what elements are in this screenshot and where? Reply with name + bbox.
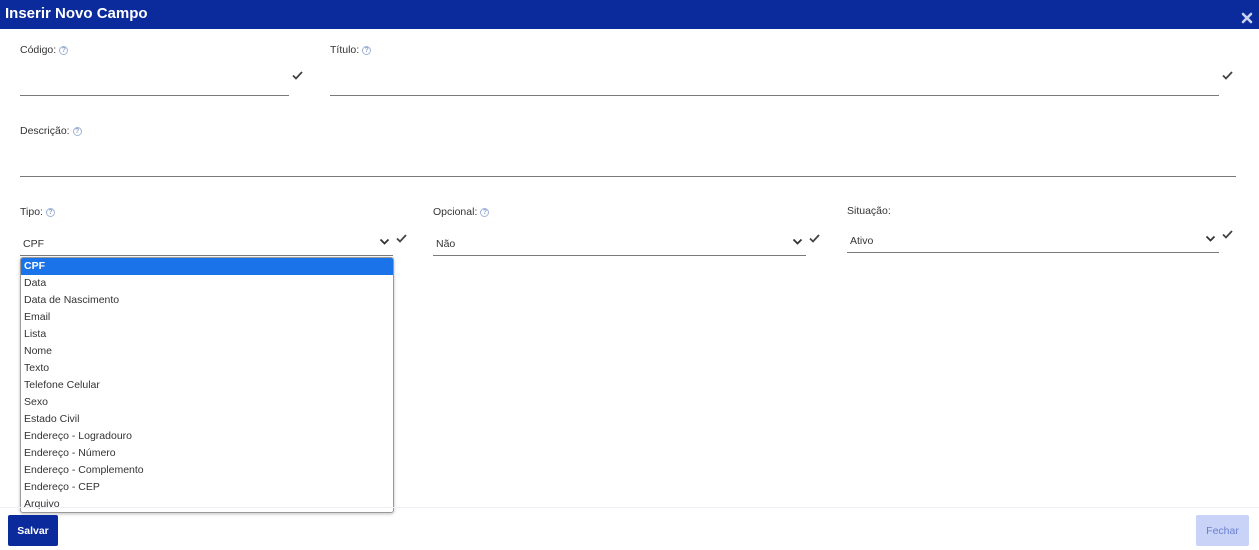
tipo-option[interactable]: Texto xyxy=(21,360,393,377)
tipo-option[interactable]: Estado Civil xyxy=(21,411,393,428)
close-icon[interactable] xyxy=(1241,12,1253,24)
opcional-label: Opcional: ? xyxy=(433,206,490,218)
tipo-option[interactable]: Email xyxy=(21,309,393,326)
help-icon[interactable]: ? xyxy=(59,45,69,55)
codigo-input[interactable] xyxy=(20,70,289,96)
tipo-option[interactable]: Endereço - Logradouro xyxy=(21,428,393,445)
close-button[interactable]: Fechar xyxy=(1196,515,1249,546)
tipo-option[interactable]: Arquivo xyxy=(21,496,393,512)
help-icon[interactable]: ? xyxy=(480,207,490,217)
check-icon xyxy=(292,71,303,80)
situacao-label: Situação: xyxy=(847,205,891,217)
help-icon[interactable]: ? xyxy=(362,45,372,55)
chevron-down-icon xyxy=(379,238,390,245)
codigo-label: Código: ? xyxy=(20,44,69,56)
save-button[interactable]: Salvar xyxy=(8,515,58,546)
help-icon[interactable]: ? xyxy=(45,207,55,217)
situacao-selected-value: Ativo xyxy=(850,235,874,247)
descricao-input[interactable] xyxy=(20,151,1236,177)
check-icon xyxy=(809,234,820,243)
tipo-options-list: CPF Data Data de Nascimento Email Lista … xyxy=(20,257,394,513)
tipo-select[interactable]: CPF xyxy=(20,230,393,256)
tipo-option[interactable]: Data xyxy=(21,275,393,292)
tipo-option[interactable]: Data de Nascimento xyxy=(21,292,393,309)
opcional-select[interactable]: Não xyxy=(433,230,806,256)
descricao-label: Descrição: ? xyxy=(20,125,82,137)
tipo-option[interactable]: Lista xyxy=(21,326,393,343)
dialog-title: Inserir Novo Campo xyxy=(5,5,148,22)
titulo-label: Título: ? xyxy=(330,44,372,56)
chevron-down-icon xyxy=(792,238,803,245)
tipo-option[interactable]: CPF xyxy=(21,258,393,275)
tipo-option[interactable]: Telefone Celular xyxy=(21,377,393,394)
tipo-option[interactable]: Endereço - Número xyxy=(21,445,393,462)
opcional-selected-value: Não xyxy=(436,238,456,250)
tipo-option[interactable]: Sexo xyxy=(21,394,393,411)
check-icon xyxy=(1222,71,1233,80)
help-icon[interactable]: ? xyxy=(72,126,82,136)
check-icon xyxy=(396,234,407,243)
check-icon xyxy=(1222,230,1233,239)
dialog-header: Inserir Novo Campo xyxy=(0,0,1259,29)
tipo-option[interactable]: Endereço - Complemento xyxy=(21,462,393,479)
tipo-option[interactable]: Nome xyxy=(21,343,393,360)
tipo-label: Tipo: ? xyxy=(20,206,55,218)
tipo-selected-value: CPF xyxy=(23,238,44,250)
titulo-input[interactable] xyxy=(330,70,1219,96)
situacao-select[interactable]: Ativo xyxy=(847,227,1219,253)
tipo-option[interactable]: Endereço - CEP xyxy=(21,479,393,496)
insert-field-dialog: Inserir Novo Campo Código: ? Título: ? D… xyxy=(0,0,1259,550)
chevron-down-icon xyxy=(1205,235,1216,242)
footer-divider xyxy=(0,507,1259,508)
